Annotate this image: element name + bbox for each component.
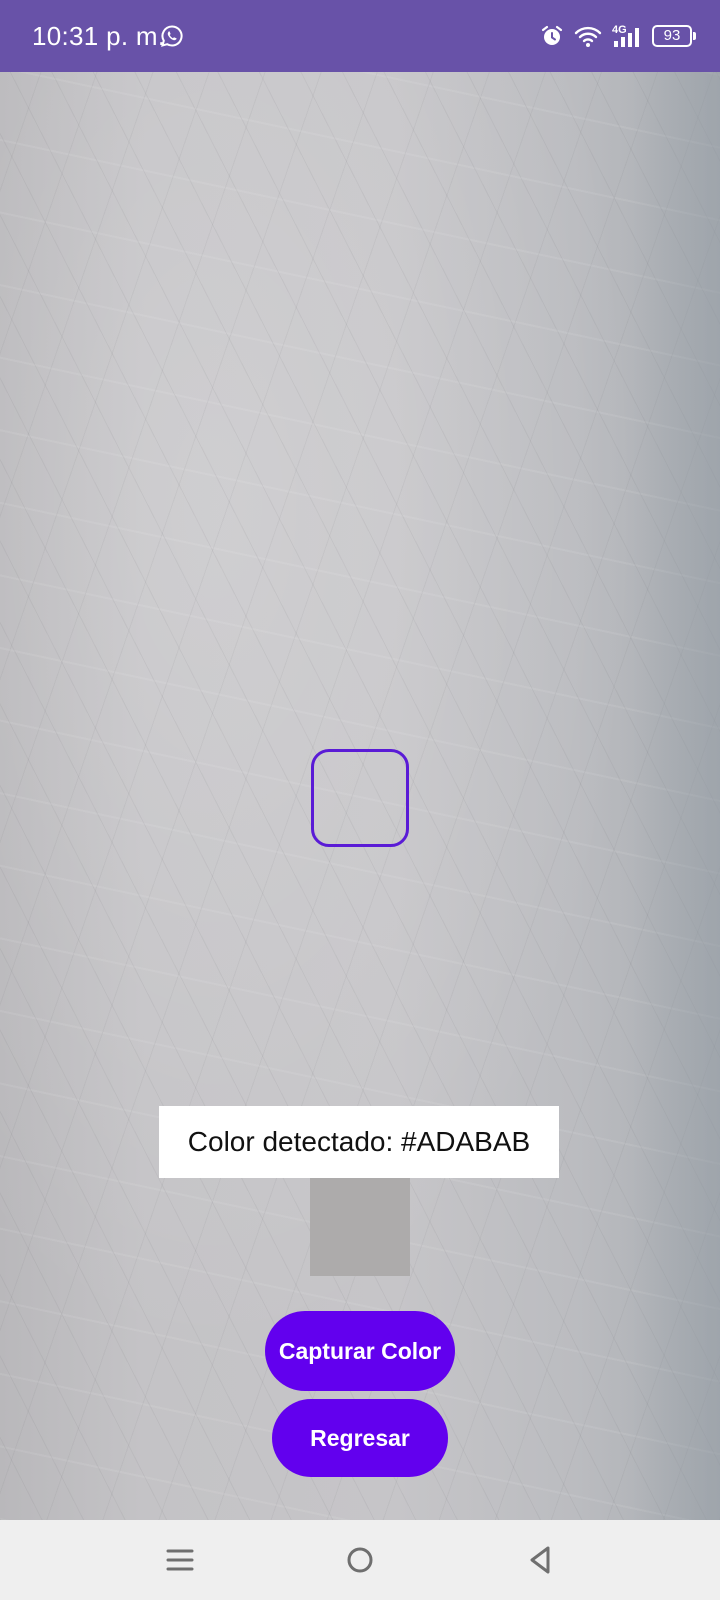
camera-preview[interactable]: Color detectado: #ADABAB Capturar Color …: [0, 72, 720, 1520]
battery-icon: 93: [652, 25, 696, 47]
menu-icon[interactable]: [160, 1540, 200, 1580]
screen: 10:31 p. m. 4G 93 Color detectado: #ADAB…: [0, 0, 720, 1600]
capture-color-button[interactable]: Capturar Color: [265, 1311, 455, 1391]
alarm-icon: [541, 25, 563, 45]
home-icon[interactable]: [340, 1540, 380, 1580]
navigation-bar: [0, 1520, 720, 1600]
detected-color-label: Color detectado: #ADABAB: [159, 1106, 559, 1178]
back-icon[interactable]: [520, 1540, 560, 1580]
color-swatch: [310, 1178, 410, 1276]
status-time: 10:31 p. m.: [32, 21, 166, 51]
status-bar: 10:31 p. m. 4G 93: [0, 0, 720, 72]
back-button[interactable]: Regresar: [272, 1399, 448, 1477]
network-type: 4G: [612, 24, 627, 36]
wall-edge-shadow: [630, 72, 720, 1520]
cellular-signal-icon: 4G: [612, 24, 639, 47]
status-icons: 4G 93: [540, 22, 696, 50]
wifi-icon: [574, 26, 602, 47]
whatsapp-icon: [161, 25, 183, 47]
battery-level: 93: [663, 27, 681, 44]
focus-reticle: [311, 749, 409, 847]
